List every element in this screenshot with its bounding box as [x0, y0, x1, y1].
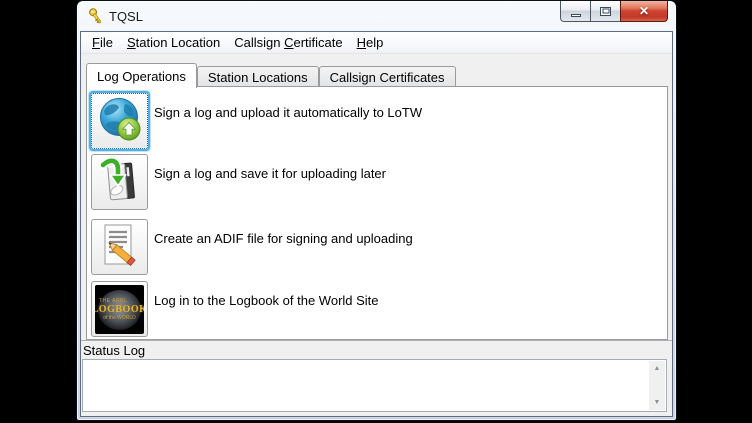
lotw-logo-icon: THE ARRL LOGBOOK of the WORLD [95, 285, 144, 334]
sign-upload-button[interactable] [91, 93, 148, 149]
caption-buttons: ✕ [560, 1, 668, 22]
tab-log-operations[interactable]: Log Operations [86, 63, 197, 88]
status-scrollbar[interactable]: ▲ ▼ [649, 361, 665, 410]
action-row: THE ARRL LOGBOOK of the WORLD Log in to … [91, 281, 379, 337]
action-label: Log in to the Logbook of the World Site [154, 281, 379, 308]
minimize-button[interactable] [560, 1, 590, 22]
window-title: TQSL [109, 9, 143, 24]
action-label: Sign a log and upload it automatically t… [154, 93, 422, 120]
action-label: Create an ADIF file for signing and uplo… [154, 219, 413, 246]
menu-file[interactable]: File [85, 32, 120, 53]
menu-callsign-certificate[interactable]: Callsign Certificate [227, 32, 349, 53]
create-adif-button[interactable] [91, 219, 148, 275]
action-row: Sign a log and upload it automatically t… [91, 93, 422, 149]
key-icon [87, 8, 104, 25]
menu-station-location[interactable]: Station Location [120, 32, 227, 53]
maximize-button[interactable] [590, 1, 620, 22]
sign-save-button[interactable] [91, 154, 148, 210]
action-row: Sign a log and save it for uploading lat… [91, 154, 386, 210]
adif-document-icon [96, 222, 144, 273]
action-label: Sign a log and save it for uploading lat… [154, 154, 386, 181]
close-button[interactable]: ✕ [620, 1, 668, 22]
tqsl-window: TQSL ✕ File Station Location Callsign Ce… [76, 0, 677, 421]
content-area: Log Operations Station Locations Callsig… [81, 54, 672, 416]
log-operations-panel: Sign a log and upload it automatically t… [86, 86, 668, 340]
close-icon: ✕ [639, 5, 649, 17]
save-for-later-icon [96, 157, 144, 208]
status-log-textarea[interactable]: ▲ ▼ [82, 359, 667, 412]
titlebar[interactable]: TQSL ✕ [77, 1, 676, 31]
tab-bar: Log Operations Station Locations Callsig… [86, 62, 456, 87]
tab-callsign-certificates[interactable]: Callsign Certificates [319, 66, 456, 87]
status-log-label: Status Log [83, 343, 145, 358]
maximize-icon [600, 7, 611, 16]
menu-help[interactable]: Help [350, 32, 391, 53]
action-row: Create an ADIF file for signing and uplo… [91, 219, 413, 275]
menubar: File Station Location Callsign Certifica… [81, 32, 672, 54]
globe-upload-icon [96, 96, 144, 147]
status-section: Status Log ▲ ▼ [81, 340, 672, 416]
desktop-background: TQSL ✕ File Station Location Callsign Ce… [0, 0, 752, 423]
scroll-up-icon[interactable]: ▲ [649, 361, 665, 376]
lotw-login-button[interactable]: THE ARRL LOGBOOK of the WORLD [91, 281, 148, 337]
tab-station-locations[interactable]: Station Locations [197, 66, 319, 87]
scroll-down-icon[interactable]: ▼ [649, 395, 665, 410]
minimize-icon [571, 14, 581, 17]
client-area: File Station Location Callsign Certifica… [80, 31, 673, 417]
